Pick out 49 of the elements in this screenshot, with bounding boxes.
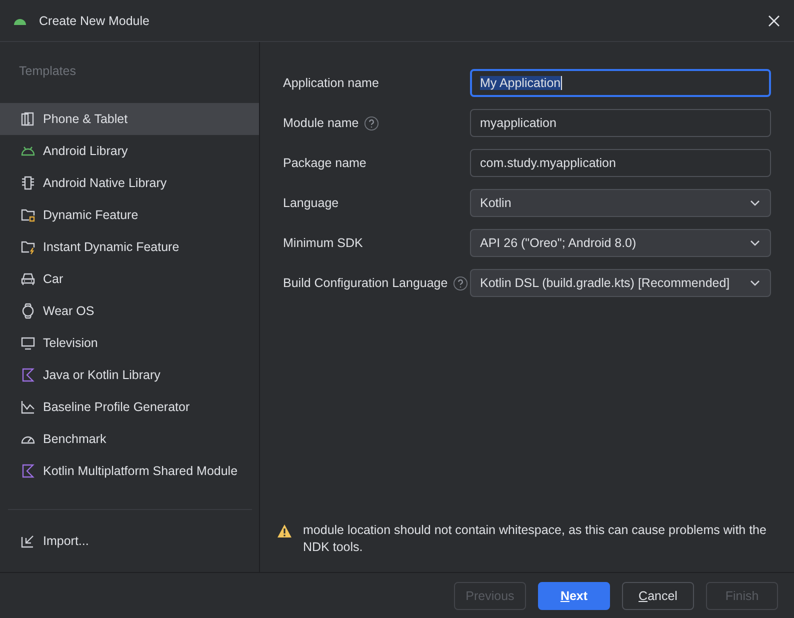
dialog-button[interactable]: Cancel [622, 582, 694, 610]
template-item[interactable]: Benchmark [0, 423, 259, 455]
template-item[interactable]: Kotlin Multiplatform Shared Module [0, 455, 259, 487]
kotlin-icon [20, 463, 36, 479]
kotlin-icon [20, 367, 36, 383]
folder-gear-icon [20, 207, 36, 223]
field-label: Application name [283, 76, 379, 90]
warning-message: module location should not contain whitespace, as this can cause problems with the NDK tools. [303, 522, 768, 556]
close-icon [768, 14, 780, 26]
field-label: Module name [283, 116, 359, 130]
monitor-icon [20, 335, 36, 351]
chevron-down-icon [750, 280, 760, 286]
field-label: Build Configuration Language [283, 276, 448, 290]
folder-bolt-icon [20, 239, 36, 255]
template-item[interactable]: Dynamic Feature [0, 199, 259, 231]
template-item[interactable]: Television [0, 327, 259, 359]
dialog-button[interactable]: Next [538, 582, 610, 610]
template-item[interactable]: Baseline Profile Generator [0, 391, 259, 423]
dropdown[interactable]: Kotlin DSL (build.gradle.kts) [Recommended] [470, 269, 771, 297]
template-item[interactable]: Car [0, 263, 259, 295]
template-item[interactable]: Android Library [0, 135, 259, 167]
template-item[interactable]: Android Native Library [0, 167, 259, 199]
watch-icon [20, 303, 36, 319]
section-heading: Templates [18, 63, 77, 80]
help-icon[interactable] [364, 116, 379, 130]
field-label: Package name [283, 156, 366, 170]
template-item[interactable]: Phone & Tablet [0, 103, 259, 135]
import-icon [20, 533, 36, 549]
chip-icon [20, 175, 36, 191]
text-field[interactable]: myapplication [470, 109, 771, 137]
template-item[interactable]: Wear OS [0, 295, 259, 327]
help-icon[interactable] [452, 276, 468, 290]
android-icon [14, 16, 26, 24]
template-item[interactable]: Java or Kotlin Library [0, 359, 259, 391]
template-item[interactable]: Instant Dynamic Feature [0, 231, 259, 263]
chevron-down-icon [750, 240, 760, 246]
text-field[interactable]: My Application [470, 69, 771, 97]
field-label: Minimum SDK [283, 236, 363, 250]
field-label: Language [283, 196, 339, 210]
chevron-down-icon [750, 200, 760, 206]
dropdown[interactable]: API 26 ("Oreo"; Android 8.0) [470, 229, 771, 257]
import-link[interactable]: Import... [8, 525, 89, 557]
car-icon [20, 271, 36, 287]
window-title: Create New Module [39, 14, 150, 28]
dropdown[interactable]: Kotlin [470, 189, 771, 217]
phone-tablet-icon [20, 111, 36, 127]
chart-icon [20, 399, 36, 415]
warning-icon [277, 524, 292, 538]
text-field[interactable]: com.study.myapplication [470, 149, 771, 177]
